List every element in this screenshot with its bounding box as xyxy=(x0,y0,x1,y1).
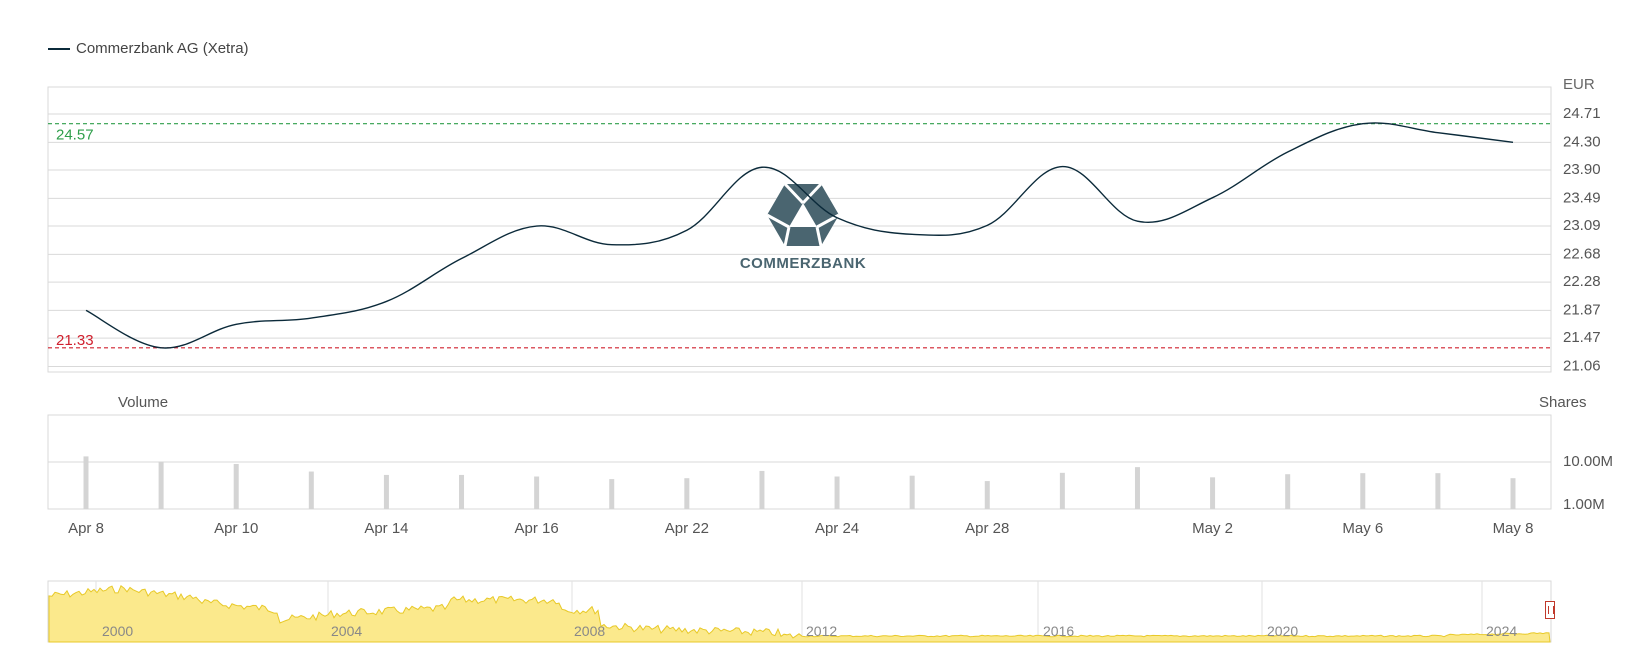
x-tick-label: Apr 24 xyxy=(815,520,859,537)
x-tick-label: May 6 xyxy=(1342,520,1383,537)
volume-bar xyxy=(909,475,915,509)
navigator[interactable]: 2000 2004 2008 2012 2016 2020 2024 xyxy=(47,580,1552,643)
volume-bar xyxy=(1210,477,1216,509)
high-reference-label: 24.57 xyxy=(56,127,94,144)
x-tick-label: Apr 14 xyxy=(364,520,408,537)
volume-bar xyxy=(1285,474,1291,509)
stock-chart[interactable]: 24.71 24.30 23.90 23.49 23.09 22.68 22.28 21.87… xyxy=(0,0,1633,669)
volume-bar xyxy=(759,470,765,509)
price-tick-label: 22.68 xyxy=(1563,245,1601,262)
low-reference-label: 21.33 xyxy=(56,332,94,349)
navigator-year-label: 2004 xyxy=(331,623,362,639)
volume-unit-label: Shares xyxy=(1539,394,1587,411)
price-tick-label: 23.09 xyxy=(1563,217,1601,234)
price-tick-label: 24.71 xyxy=(1563,105,1601,122)
volume-bars xyxy=(83,456,1516,509)
navigator-year-label: 2016 xyxy=(1043,623,1074,639)
volume-bar xyxy=(534,476,540,509)
volume-bar xyxy=(1360,473,1366,509)
x-axis: Apr 8 Apr 10 Apr 14 Apr 16 Apr 22 Apr 24 Apr 2… xyxy=(68,520,1533,537)
navigator-year-label: 2024 xyxy=(1486,623,1517,639)
volume-bar xyxy=(1134,467,1140,509)
volume-bar xyxy=(1059,472,1065,509)
navigator-scroll-handle[interactable] xyxy=(1545,601,1555,619)
navigator-year-label: 2012 xyxy=(806,623,837,639)
x-tick-label: May 8 xyxy=(1493,520,1534,537)
volume-bar xyxy=(834,476,840,509)
currency-label: EUR xyxy=(1563,76,1595,93)
volume-bar xyxy=(158,461,164,509)
volume-bar xyxy=(684,478,690,509)
price-tick-label: 23.90 xyxy=(1563,161,1601,178)
volume-bar xyxy=(459,474,465,509)
x-tick-label: Apr 28 xyxy=(965,520,1009,537)
volume-bar xyxy=(609,479,615,509)
price-tick-label: 23.49 xyxy=(1563,189,1601,206)
navigator-year-label: 2008 xyxy=(574,623,605,639)
x-tick-label: Apr 16 xyxy=(515,520,559,537)
x-tick-label: Apr 22 xyxy=(665,520,709,537)
price-tick-label: 21.47 xyxy=(1563,329,1601,346)
volume-title: Volume xyxy=(118,394,168,411)
volume-bar xyxy=(83,456,89,509)
commerzbank-logo xyxy=(766,182,840,247)
navigator-year-label: 2020 xyxy=(1267,623,1298,639)
volume-bar xyxy=(383,474,389,509)
volume-bar xyxy=(308,471,314,509)
price-tick-label: 21.06 xyxy=(1563,357,1601,374)
x-tick-label: May 2 xyxy=(1192,520,1233,537)
watermark-text: COMMERZBANK xyxy=(740,255,866,272)
volume-bar xyxy=(984,481,990,509)
price-tick-label: 24.30 xyxy=(1563,133,1601,150)
navigator-year-label: 2000 xyxy=(102,623,133,639)
volume-tick-10m: 10.00M xyxy=(1563,453,1613,470)
volume-bar xyxy=(1435,473,1441,509)
price-tick-label: 21.87 xyxy=(1563,301,1601,318)
x-tick-label: Apr 10 xyxy=(214,520,258,537)
x-tick-label: Apr 8 xyxy=(68,520,104,537)
volume-tick-1m: 1.00M xyxy=(1563,496,1605,513)
price-axis: 24.71 24.30 23.90 23.49 23.09 22.68 22.28 21.87… xyxy=(1563,105,1601,374)
volume-bar xyxy=(1510,478,1516,509)
volume-bar xyxy=(233,463,239,509)
price-tick-label: 22.28 xyxy=(1563,273,1601,290)
